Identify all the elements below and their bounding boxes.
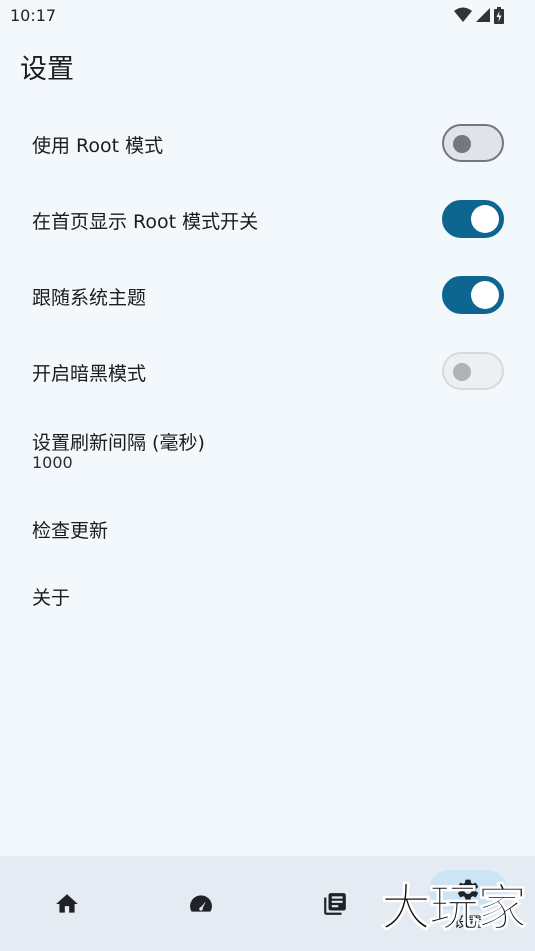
home-icon	[56, 894, 78, 913]
nav-item-speed[interactable]	[134, 856, 268, 951]
switch-knob	[471, 205, 499, 233]
status-icons	[454, 6, 504, 24]
wifi-icon	[454, 7, 472, 22]
setting-refresh-interval[interactable]: 设置刷新间隔 (毫秒) 1000	[0, 418, 535, 482]
setting-root-mode[interactable]: 使用 Root 模式	[0, 114, 535, 172]
library-icon	[324, 893, 346, 915]
follow-system-theme-switch[interactable]	[442, 276, 504, 314]
nav-label-settings: 设置	[454, 915, 482, 931]
nav-item-home[interactable]	[0, 856, 134, 951]
signal-icon	[476, 8, 490, 22]
switch-knob	[453, 363, 471, 381]
setting-label: 关于	[32, 587, 71, 609]
nav-item-library[interactable]	[268, 856, 402, 951]
battery-icon	[494, 6, 504, 24]
setting-label: 检查更新	[32, 520, 109, 542]
switch-knob	[471, 281, 499, 309]
status-time: 10:17	[10, 6, 57, 25]
dark-mode-switch[interactable]	[442, 352, 504, 390]
setting-dark-mode[interactable]: 开启暗黑模式	[0, 342, 535, 400]
settings-screen: 10:17 设置 使用 Root 模式 在首页显示 Root 模式开关 跟随系统…	[0, 0, 535, 951]
setting-label: 跟随系统主题	[32, 287, 147, 309]
setting-label: 在首页显示 Root 模式开关	[32, 211, 259, 233]
setting-check-update[interactable]: 检查更新	[0, 500, 535, 554]
status-bar: 10:17	[0, 0, 535, 30]
setting-value: 1000	[32, 453, 73, 472]
gear-icon	[457, 879, 479, 901]
speedometer-icon	[190, 895, 212, 912]
bottom-navigation: 设置	[0, 856, 535, 951]
setting-label: 设置刷新间隔 (毫秒)	[32, 432, 205, 454]
show-root-toggle-switch[interactable]	[442, 200, 504, 238]
switch-knob	[453, 135, 471, 153]
setting-label: 开启暗黑模式	[32, 363, 147, 385]
setting-about[interactable]: 关于	[0, 568, 535, 622]
page-title: 设置	[20, 54, 74, 85]
setting-show-root-toggle-on-home[interactable]: 在首页显示 Root 模式开关	[0, 190, 535, 248]
setting-follow-system-theme[interactable]: 跟随系统主题	[0, 266, 535, 324]
nav-item-settings[interactable]: 设置	[401, 856, 535, 951]
root-mode-switch[interactable]	[442, 124, 504, 162]
setting-label: 使用 Root 模式	[32, 135, 164, 157]
